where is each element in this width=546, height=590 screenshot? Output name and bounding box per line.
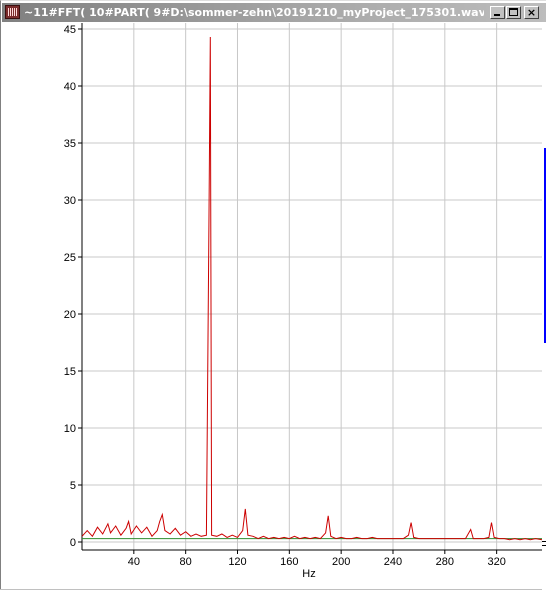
y-tick-label: 15 xyxy=(64,366,76,378)
fft-plot[interactable]: 0 5 10 15 20 25 30 35 40 45 40 80 120 160 200 240 280 32… xyxy=(1,1,546,590)
fft-window: ~11#FFT( 10#PART( 9#D:\sommer-zehn\20191… xyxy=(0,0,546,590)
y-axis-ticks: 0 5 10 15 20 25 30 35 40 45 xyxy=(64,24,82,549)
x-tick-label: 240 xyxy=(384,556,402,568)
x-tick-label: 320 xyxy=(487,556,505,568)
y-tick-label: 5 xyxy=(70,480,76,492)
x-tick-label: 40 xyxy=(128,556,140,568)
x-axis-label: Hz xyxy=(302,568,315,580)
y-tick-label: 25 xyxy=(64,252,76,264)
y-tick-label: 45 xyxy=(64,24,76,36)
x-tick-label: 160 xyxy=(280,556,298,568)
y-tick-label: 20 xyxy=(64,309,76,321)
y-tick-label: 35 xyxy=(64,138,76,150)
plot-area xyxy=(82,23,542,550)
side-panel xyxy=(542,23,546,590)
y-tick-label: 10 xyxy=(64,423,76,435)
y-tick-label: 40 xyxy=(64,81,76,93)
x-tick-label: 200 xyxy=(332,556,350,568)
x-tick-label: 80 xyxy=(180,556,192,568)
y-tick-label: 30 xyxy=(64,195,76,207)
side-tick xyxy=(542,545,546,546)
side-tick xyxy=(542,541,546,542)
x-axis-ticks: 40 80 120 160 200 240 280 320 xyxy=(128,550,506,568)
x-tick-label: 280 xyxy=(436,556,454,568)
y-tick-label: 0 xyxy=(70,537,76,549)
x-tick-label: 120 xyxy=(228,556,246,568)
